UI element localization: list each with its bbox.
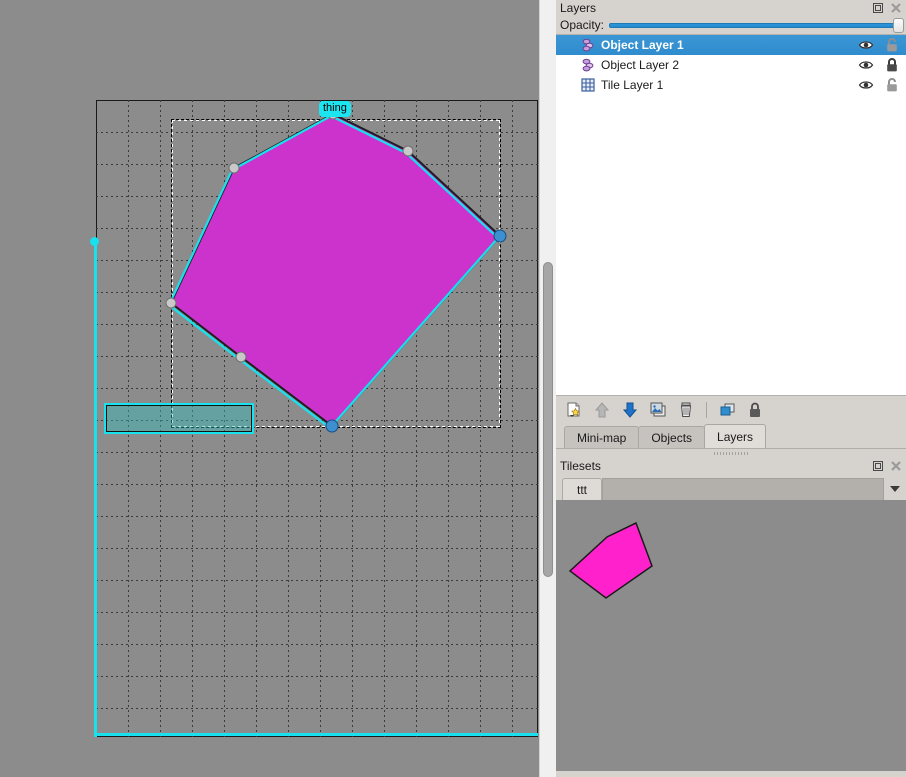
grid-line-horizontal [96,196,538,197]
close-icon[interactable] [890,460,902,472]
grid-line-horizontal [96,388,538,389]
right-dock-panel: Layers Opacity: Object Layer 1 Object Lay… [556,0,906,777]
chevron-down-icon[interactable] [884,478,906,500]
object-name-label: thing [319,101,351,117]
unlocked-padlock-icon[interactable] [884,77,900,93]
eye-icon[interactable] [858,37,874,53]
new-layer-button[interactable] [564,400,584,420]
object-layer-icon [580,57,596,73]
locked-padlock-icon[interactable] [884,57,900,73]
dock-tab-bar[interactable]: Mini-map Objects Layers [556,424,906,449]
dock-tab-objects[interactable]: Objects [638,426,706,448]
tile-layer-icon [580,77,596,93]
layer-toggles [858,77,906,93]
rectangle-object[interactable] [104,403,254,434]
grid-line-horizontal [96,324,538,325]
toolbar-separator [706,402,707,418]
grid-line-horizontal [96,612,538,613]
dock-splitter-grip [714,452,748,455]
layer-row[interactable]: Object Layer 1 [556,35,906,55]
grid-line-horizontal [96,164,538,165]
grid-line-vertical [320,100,321,737]
grid-line-horizontal [96,516,538,517]
grid-line-vertical [288,100,289,737]
layer-toggles [858,37,906,53]
grid-line-horizontal [96,548,538,549]
unlocked-padlock-icon[interactable] [884,37,900,53]
rectangle-object-outline [106,405,252,432]
opacity-row: Opacity: [556,16,906,34]
opacity-slider-handle[interactable] [893,18,904,33]
layers-panel-titlebar-buttons [872,2,904,14]
grid-line-horizontal [96,228,538,229]
tileset-tabbar-empty [602,478,884,500]
float-icon[interactable] [872,460,884,472]
layer-toggles [858,57,906,73]
eye-icon[interactable] [858,77,874,93]
tilesets-panel-titlebar-buttons [872,460,904,472]
tileset-view[interactable] [556,500,906,771]
dock-tab-layers[interactable]: Layers [704,424,767,448]
guide-line-horizontal [94,733,538,736]
map-vertical-scrollbar-thumb[interactable] [543,262,553,577]
float-icon[interactable] [872,2,884,14]
remove-layer-button[interactable] [676,400,696,420]
duplicate-layer-button[interactable] [648,400,668,420]
dock-splitter[interactable] [556,449,906,458]
layers-panel-title: Layers [560,1,597,15]
layer-name: Object Layer 1 [601,38,684,52]
grid-line-horizontal [96,580,538,581]
tilesets-panel-title: Tilesets [560,459,601,473]
tileset-tab-bar[interactable]: ttt [556,474,906,500]
layers-list[interactable]: Object Layer 1 Object Layer 2 Tile Layer 1 [556,34,906,396]
grid-line-horizontal [96,292,538,293]
tilesets-panel-titlebar: Tilesets [556,458,906,474]
layer-row[interactable]: Tile Layer 1 [556,75,906,95]
layers-panel-titlebar: Layers [556,0,906,16]
grid-line-vertical [384,100,385,737]
lock-others-button[interactable] [745,400,765,420]
eye-icon[interactable] [858,57,874,73]
layer-name: Tile Layer 1 [601,78,664,92]
layer-name: Object Layer 2 [601,58,680,72]
dock-tab-mini-map[interactable]: Mini-map [564,426,640,448]
grid-line-vertical [352,100,353,737]
object-layer-icon [580,37,596,53]
grid-line-vertical [512,100,513,737]
opacity-slider-groove [609,23,904,28]
grid-line-horizontal [96,260,538,261]
chevron-down-glyph [890,486,900,492]
opacity-label: Opacity: [560,18,605,32]
grid-line-horizontal [96,708,538,709]
tileset-tile-preview[interactable] [556,500,906,771]
grid-line-horizontal [96,356,538,357]
layer-row[interactable]: Object Layer 2 [556,55,906,75]
raise-layer-button[interactable] [592,400,612,420]
guide-handle-dot[interactable] [90,237,99,246]
grid-line-horizontal [96,452,538,453]
close-icon[interactable] [890,2,902,14]
layers-toolbar [556,396,906,424]
map-canvas-area[interactable]: thing [0,0,556,777]
tileset-polygon-shape[interactable] [568,521,653,599]
grid-line-horizontal [96,676,538,677]
opacity-slider[interactable] [609,17,904,33]
tileset-tab-ttt[interactable]: ttt [562,478,603,500]
grid-line-horizontal [96,484,538,485]
grid-line-horizontal [96,132,538,133]
grid-line-vertical [416,100,417,737]
grid-line-vertical [480,100,481,737]
guide-line-vertical [94,238,97,737]
grid-line-vertical [256,100,257,737]
map-vertical-scrollbar[interactable] [539,0,556,777]
show-hide-others-button[interactable] [717,400,737,420]
lower-layer-button[interactable] [620,400,640,420]
grid-line-vertical [448,100,449,737]
grid-line-horizontal [96,644,538,645]
